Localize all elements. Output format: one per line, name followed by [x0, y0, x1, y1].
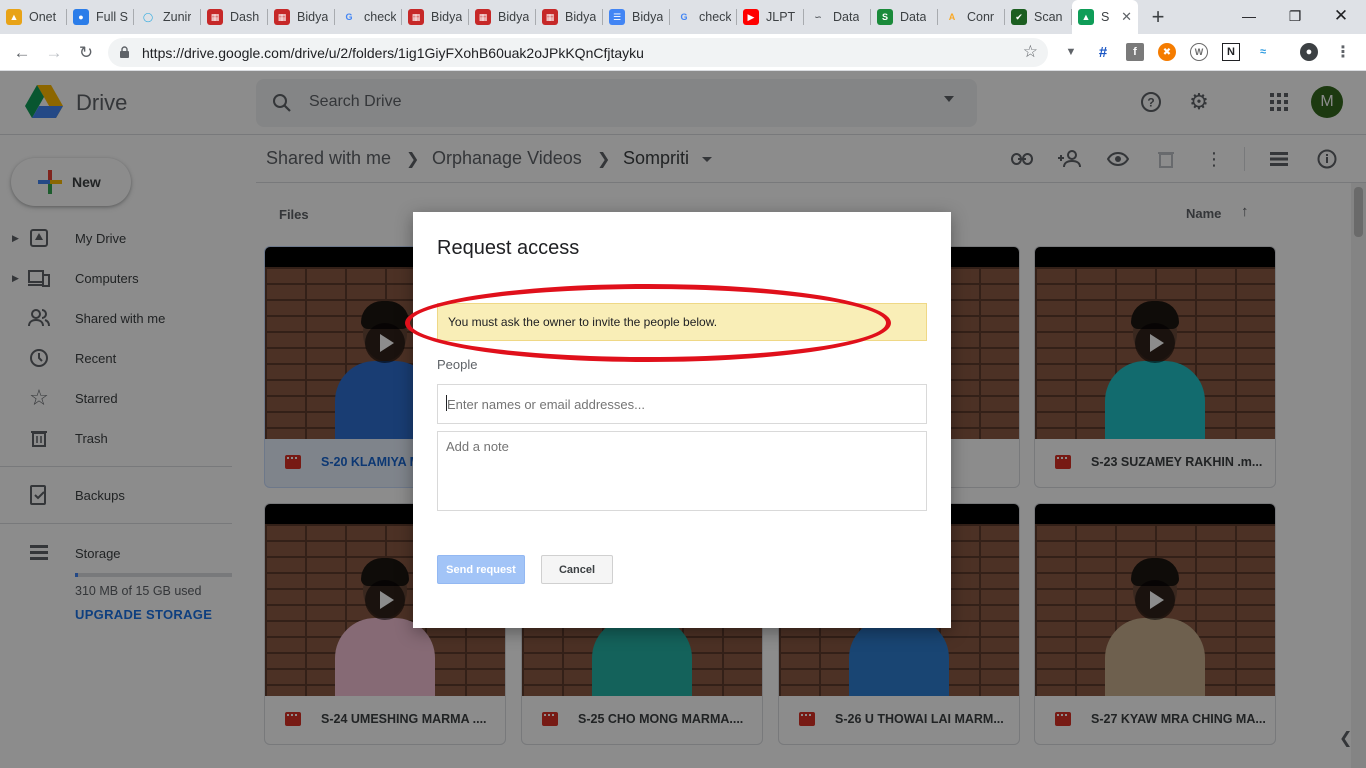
bookmark-star-icon[interactable]: ☆ — [1023, 42, 1038, 62]
restore-icon[interactable]: ❐ — [1272, 0, 1318, 32]
browser-tab[interactable]: ▦ Bidya — [268, 0, 335, 34]
browser-tab[interactable]: ▲ S ✕ — [1072, 0, 1138, 34]
browser-tab[interactable]: ◯ Zunir — [134, 0, 201, 34]
minimize-icon[interactable]: — — [1226, 0, 1272, 32]
people-input[interactable] — [437, 384, 927, 424]
browser-tab[interactable]: ☰ Bidya — [603, 0, 670, 34]
google-icon: G — [345, 12, 353, 22]
chrome-menu-icon[interactable]: ⋮ — [1334, 43, 1352, 61]
send-request-button[interactable]: Send request — [437, 555, 525, 584]
youtube-icon: ▶ — [743, 9, 759, 25]
browser-tab-label: Dash — [230, 10, 260, 24]
text-cursor — [446, 395, 447, 411]
facebook-extension-icon[interactable]: f — [1126, 43, 1144, 61]
window-close-icon[interactable]: ✕ — [1318, 0, 1364, 32]
bidyanondo-icon: ▦ — [408, 9, 424, 25]
people-label: People — [437, 357, 478, 372]
browser-tab[interactable]: Gcheck — [335, 0, 402, 34]
browser-tab[interactable]: ▦ Bidya — [536, 0, 603, 34]
browser-tab-label: Zunir — [163, 10, 192, 24]
cancel-button[interactable]: Cancel — [541, 555, 613, 584]
browser-tab[interactable]: S Data — [871, 0, 938, 34]
browser-tab-label: JLPT — [766, 10, 796, 24]
wordpress-extension-icon[interactable]: W — [1190, 43, 1208, 61]
browser-tab[interactable]: ● Full S — [67, 0, 134, 34]
browser-toolbar: ← → ↻ https://drive.google.com/drive/u/2… — [0, 34, 1366, 71]
globe-icon: ● — [73, 9, 89, 25]
browser-tab-label: Conr — [967, 10, 995, 24]
forward-icon[interactable]: → — [41, 40, 67, 66]
browser-tab-label: Full S — [96, 10, 128, 24]
new-tab-plus-icon[interactable]: + — [1138, 0, 1178, 34]
browser-tab-label: Bidya — [297, 10, 329, 24]
address-bar[interactable]: https://drive.google.com/drive/u/2/folde… — [108, 38, 1048, 67]
docs-icon: ☰ — [609, 9, 625, 25]
browser-tab-label: Bidya — [565, 10, 597, 24]
vpn-extension-icon[interactable]: ▼ — [1062, 43, 1080, 61]
drive-icon: ▲ — [1078, 9, 1094, 25]
bidyanondo-icon: ▦ — [475, 9, 491, 25]
bidyanondo-icon: ▦ — [542, 9, 558, 25]
browser-tab-label: S — [1101, 10, 1110, 24]
bidyanondo-icon: ▦ — [274, 9, 290, 25]
browser-tab-label: Onet — [29, 10, 57, 24]
back-icon[interactable]: ← — [9, 40, 35, 66]
browser-tab[interactable]: Gcheck — [670, 0, 737, 34]
browser-tab[interactable]: ▦ Dash — [201, 0, 268, 34]
red-annotation-ellipse — [405, 284, 891, 362]
browser-tab[interactable]: ▲ Onet — [0, 0, 67, 34]
wave-extension-icon[interactable]: ≈ — [1254, 43, 1272, 61]
browser-tab[interactable]: ✔ Scan — [1005, 0, 1072, 34]
url-text: https://drive.google.com/drive/u/2/folde… — [142, 44, 644, 61]
n-extension-icon[interactable]: N — [1222, 43, 1240, 61]
grid-extension-icon[interactable]: # — [1094, 43, 1112, 61]
browser-tab-label: check — [364, 10, 396, 24]
bidyanondo-icon: ▦ — [207, 9, 223, 25]
orange-extension-icon[interactable]: ✖ — [1158, 43, 1176, 61]
stm-icon: S — [877, 9, 893, 25]
check-circle-icon: ✔ — [1011, 9, 1027, 25]
a-icon: A — [948, 12, 956, 22]
browser-tab-label: Bidya — [498, 10, 530, 24]
browser-tab[interactable]: ▦ Bidya — [402, 0, 469, 34]
spinner-icon: ◯ — [142, 11, 154, 22]
browser-tab[interactable]: A Conr — [938, 0, 1005, 34]
profile-icon[interactable]: ● — [1300, 43, 1318, 61]
browser-tab[interactable]: ▶ JLPT — [737, 0, 804, 34]
tab-close-icon[interactable]: ✕ — [1121, 9, 1132, 25]
browser-tab[interactable]: ▦ Bidya — [469, 0, 536, 34]
datastudio-icon: ∽ — [814, 11, 822, 22]
note-textarea[interactable] — [437, 431, 927, 511]
reload-icon[interactable]: ↻ — [73, 40, 99, 66]
browser-tab-label: Bidya — [431, 10, 463, 24]
request-access-dialog: Request access You must ask the owner to… — [413, 212, 951, 628]
google-icon: G — [680, 12, 688, 22]
cube-icon: ▲ — [6, 9, 22, 25]
browser-tab-label: check — [699, 10, 731, 24]
lock-icon — [120, 46, 129, 58]
browser-tab-label: Data — [900, 10, 927, 24]
dialog-title: Request access — [437, 237, 580, 259]
browser-tab-label: Scan — [1034, 10, 1063, 24]
browser-tab-label: Data — [833, 10, 860, 24]
browser-tab-strip: ▲ Onet ● Full S ◯ Zunir ▦ Dash ▦ Bidya Gcheck ▦ Bidy… — [0, 0, 1366, 34]
browser-tab-label: Bidya — [632, 10, 664, 24]
browser-tab[interactable]: ∽ Data — [804, 0, 871, 34]
